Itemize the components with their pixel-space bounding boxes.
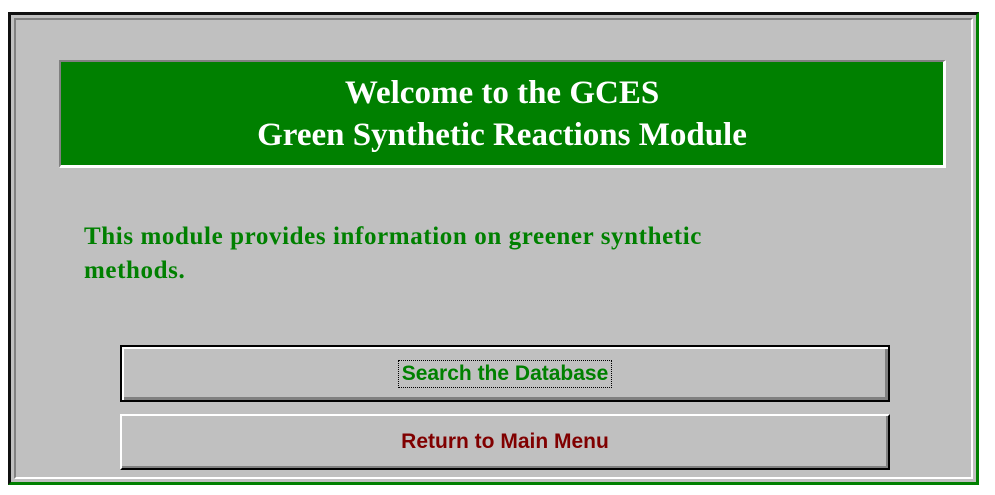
module-window: Welcome to the GCES Green Synthetic Reac… [8, 12, 979, 485]
description-line-1: This module provides information on gree… [84, 223, 702, 250]
search-database-button[interactable]: Search the Database [120, 345, 890, 402]
banner-title-line-2: Green Synthetic Reactions Module [257, 116, 747, 153]
search-database-button-label: Search the Database [397, 359, 613, 388]
return-main-menu-button-label: Return to Main Menu [401, 430, 609, 453]
welcome-banner: Welcome to the GCES Green Synthetic Reac… [59, 60, 946, 168]
description-line-2: methods. [84, 257, 186, 284]
module-description: This module provides information on gree… [84, 220, 904, 288]
return-main-menu-button[interactable]: Return to Main Menu [120, 414, 890, 470]
banner-title-line-1: Welcome to the GCES [344, 74, 660, 111]
